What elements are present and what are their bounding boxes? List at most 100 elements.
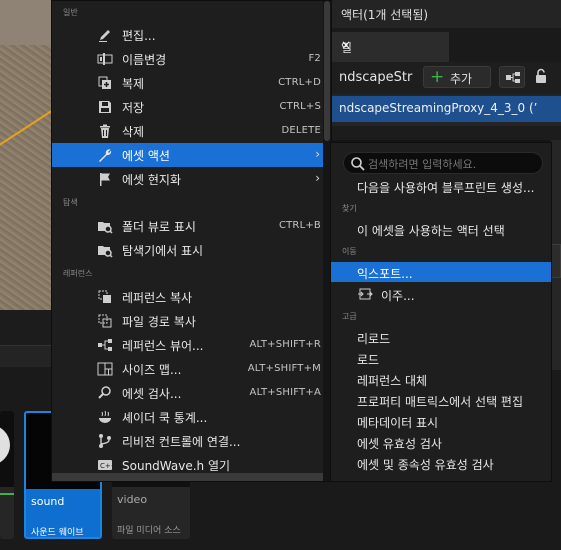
section-find: 찾기: [342, 204, 357, 213]
menu-item-show-in-explorer[interactable]: 탐색기에서 표시: [52, 238, 324, 262]
asset-name: sound: [31, 495, 65, 508]
editor-window: sound 사운드 웨이브 video 파일 미디어 소스 액터(1개 선택됨)…: [0, 0, 561, 550]
asset-actions-submenu: 다음을 사용하여 블루프린트 생성... 찾기 이 에셋을 사용하는 액터 선택…: [330, 142, 552, 482]
chevron-right-icon: ›: [315, 171, 320, 185]
close-icon[interactable]: ×: [341, 38, 441, 52]
menu-item-label: 저장: [122, 101, 145, 115]
menu-item-label: 복제: [122, 77, 145, 91]
rename-icon: [97, 53, 113, 65]
menu-item-delete[interactable]: 삭제 DELETE: [52, 119, 324, 143]
submenu-item-label: 에셋 및 종속성 유효성 검사: [357, 458, 494, 472]
lock-icon[interactable]: [535, 68, 547, 84]
selected-actor-name: ndscapeStr: [339, 70, 413, 85]
submenu-item-label: 로드: [357, 353, 380, 367]
audit-icon: [98, 386, 111, 399]
section-advanced: 고급: [342, 312, 357, 321]
menu-item-label: 에셋 현지화: [122, 173, 182, 187]
menu-item-label: 에셋 검사...: [122, 387, 182, 401]
plus-icon: +: [430, 67, 445, 87]
asset-type: 사운드 웨이브: [31, 528, 84, 538]
branch-icon: [99, 434, 111, 448]
submenu-item-label: 프로퍼티 매트릭스에서 선택 편집: [357, 395, 524, 409]
menu-item-size-map[interactable]: 사이즈 맵... ALT+SHIFT+M: [52, 357, 324, 381]
copy-path-icon: [98, 314, 112, 328]
menu-item-label: 레퍼런스 복사: [122, 291, 193, 305]
submenu-item-replace-references[interactable]: 레퍼런스 대체: [331, 369, 551, 389]
submenu-item-property-matrix[interactable]: 프로퍼티 매트릭스에서 선택 편집: [331, 390, 551, 410]
submenu-item-validate-dependencies[interactable]: 에셋 및 종속성 유효성 검사: [331, 453, 551, 473]
ref-viewer-icon: [98, 339, 112, 351]
menu-item-asset-actions[interactable]: 에셋 액션 ›: [52, 143, 324, 167]
submenu-search[interactable]: [343, 152, 543, 174]
submenu-item-select-actors[interactable]: 이 에셋을 사용하는 액터 선택: [331, 219, 551, 239]
menu-item-shortcut: CTRL+D: [278, 77, 321, 88]
section-explore: 탐색: [63, 198, 78, 207]
blueprint-icon: [506, 72, 520, 83]
search-icon: [351, 157, 365, 171]
panel-handle[interactable]: [551, 244, 561, 278]
search-input[interactable]: [368, 156, 538, 172]
svg-text:C++: C++: [100, 462, 113, 470]
menu-item-label: 사이즈 맵...: [122, 363, 182, 377]
submenu-item-load[interactable]: 로드: [331, 348, 551, 368]
menu-item-label: 에셋 액션: [122, 149, 170, 163]
section-move: 이동: [342, 247, 357, 256]
menu-item-copy-file-path[interactable]: 파일 경로 복사: [52, 309, 324, 333]
tab-details[interactable]: 일 ×: [331, 32, 449, 62]
menu-item-asset-localization[interactable]: 에셋 현지화 ›: [52, 167, 324, 191]
pencil-icon: [99, 30, 110, 42]
asset-name: video: [117, 493, 148, 506]
menu-item-label: 파일 경로 복사: [122, 315, 196, 329]
asset-context-menu: 일반 편집... 이름변경 F2 복제 CTRL+D 저장 CTRL+S 삭제 …: [51, 0, 332, 482]
menu-item-edit[interactable]: 편집...: [52, 23, 324, 47]
trash-icon: [100, 124, 110, 138]
submenu-item-label: 레퍼런스 대체: [357, 374, 428, 388]
submenu-item-label: 이 에셋을 사용하는 액터 선택: [357, 224, 505, 238]
submenu-item-migrate[interactable]: 이주...: [331, 284, 551, 304]
submenu-item-reload[interactable]: 리로드: [331, 327, 551, 347]
menu-item-save[interactable]: 저장 CTRL+S: [52, 95, 324, 119]
menu-item-label: 폴더 뷰로 표시: [122, 220, 196, 234]
asset-card-previous[interactable]: [0, 411, 14, 539]
submenu-item-validate-asset[interactable]: 에셋 유효성 검사: [331, 432, 551, 452]
menu-item-reference-viewer[interactable]: 레퍼런스 뷰어... ALT+SHIFT+R: [52, 333, 324, 357]
submenu-item-export[interactable]: 익스포트...: [331, 262, 551, 282]
menu-item-duplicate[interactable]: 복제 CTRL+D: [52, 71, 324, 95]
menu-item-shortcut: DELETE: [281, 125, 321, 136]
menu-item-label: 탐색기에서 표시: [122, 244, 204, 258]
submenu-item-label: 다음을 사용하여 블루프린트 생성...: [357, 181, 535, 195]
code-icon: C++: [98, 460, 113, 470]
viewport-gizmo-line: [0, 106, 58, 152]
folder-search-icon: [98, 222, 113, 234]
submenu-item-label: 리로드: [357, 332, 391, 346]
menu-item-shortcut: ALT+SHIFT+A: [249, 387, 321, 398]
menu-item-revision-control[interactable]: 리비전 컨트롤에 연결...: [52, 429, 324, 453]
submenu-item-label: 메타데이터 표시: [357, 416, 439, 430]
menu-item-label: 셰이더 쿡 통계...: [122, 411, 208, 425]
menu-item-shortcut: ALT+SHIFT+R: [249, 339, 321, 350]
menu-item-label: 레퍼런스 뷰어...: [122, 339, 204, 353]
selected-component-row[interactable]: ndscapeStreamingProxy_4_3_0 (’: [331, 96, 561, 122]
menu-item-shortcut: F2: [308, 53, 321, 64]
menu-item-shader-cook-stats[interactable]: 셰이더 쿡 통계...: [52, 405, 324, 429]
scrollbar-thumb[interactable]: [324, 1, 330, 141]
menu-item-label: 편집...: [122, 29, 156, 43]
submenu-item-create-blueprint[interactable]: 다음을 사용하여 블루프린트 생성...: [331, 176, 551, 196]
submenu-item-label: 익스포트...: [357, 267, 413, 281]
menu-item-label: SoundWave.h 열기: [122, 459, 231, 473]
menu-item-shortcut: CTRL+S: [279, 101, 321, 112]
menu-item-show-in-folder-view[interactable]: 폴더 뷰로 표시 CTRL+B: [52, 214, 324, 238]
menu-item-shortcut: ALT+SHIFT+M: [247, 363, 321, 374]
submenu-item-show-metadata[interactable]: 메타데이터 표시: [331, 411, 551, 431]
outliner-title: 액터(1개 선택됨): [341, 8, 429, 22]
duplicate-icon: [98, 76, 111, 89]
asset-type: 파일 미디어 소스: [117, 526, 181, 536]
menu-item-rename[interactable]: 이름변경 F2: [52, 47, 324, 71]
folder-search-icon: [98, 246, 113, 258]
menu-item-asset-audit[interactable]: 에셋 검사... ALT+SHIFT+A: [52, 381, 324, 405]
blueprint-button[interactable]: [499, 66, 525, 88]
flag-icon: [100, 173, 110, 186]
menu-item-copy-reference[interactable]: 레퍼런스 복사: [52, 285, 324, 309]
menu-item-label: 리비전 컨트롤에 연결...: [122, 435, 241, 449]
add-component-button[interactable]: + 추가: [423, 66, 491, 88]
